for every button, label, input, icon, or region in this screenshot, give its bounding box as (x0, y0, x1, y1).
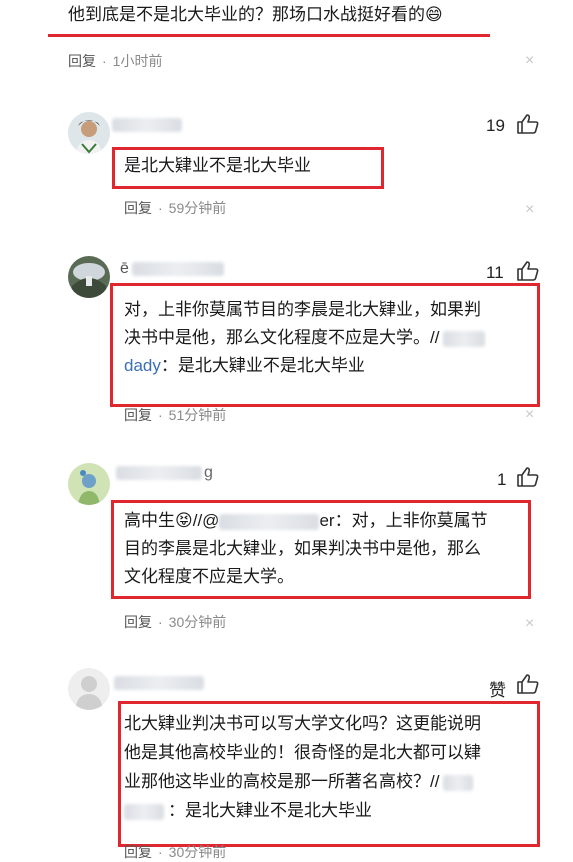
timestamp: 51分钟前 (168, 407, 227, 423)
mention-blurred[interactable] (443, 330, 486, 347)
reply-line: 目的李晨是北大肄业，如果判决书中是他，那么 (124, 539, 481, 558)
separator-dot: · (158, 407, 163, 423)
username-blurred[interactable] (132, 262, 224, 276)
thumbs-up-icon[interactable] (516, 673, 540, 700)
close-icon[interactable]: × (525, 406, 534, 424)
reply-line: 业那他这毕业的高校是那一所著名高校？// (124, 767, 536, 796)
reply-line-text: er：对，上非你莫属节 (319, 511, 488, 530)
top-comment-underline (48, 34, 490, 37)
reply-button[interactable]: 回复 (124, 200, 152, 216)
timestamp: 59分钟前 (168, 200, 227, 216)
close-icon[interactable]: × (525, 52, 534, 70)
close-icon[interactable]: × (525, 615, 534, 633)
mention-blurred[interactable] (124, 803, 164, 820)
wink-emoji-icon: 😝 (175, 511, 193, 530)
thumbs-up-icon[interactable] (516, 113, 540, 140)
person-photo-icon (68, 112, 110, 154)
mention-blurred[interactable] (219, 513, 320, 530)
top-comment-body: 他到底是不是北大毕业的？那场口水战挺好看的 (68, 5, 425, 24)
reply-line: 决书中是他，那么文化程度不应是大学。// (124, 324, 544, 352)
reply-line: 北大肄业判决书可以写大学文化吗？这更能说明 (124, 714, 481, 733)
reply-button[interactable]: 回复 (124, 407, 152, 423)
reply-text: 是北大肄业不是北大毕业 (124, 156, 311, 175)
reply-line-text: 高中生 (124, 511, 175, 530)
separator-dot: · (158, 200, 163, 216)
reply-text: 高中生😝//@ er：对，上非你莫属节 目的李晨是北大肄业，如果判决书中是他，那么… (124, 507, 534, 591)
separator-dot: · (102, 53, 107, 69)
mention-blurred[interactable] (443, 774, 474, 791)
username-fragment[interactable]: g (204, 464, 213, 482)
username-blurred[interactable] (116, 466, 202, 480)
reply-meta: 回复 · 30分钟前 (124, 612, 226, 632)
avatar[interactable] (68, 256, 110, 298)
like-label: 赞 (489, 681, 506, 700)
reply-meta: 回复 · 51分钟前 (124, 405, 226, 425)
landscape-photo-icon (68, 256, 110, 298)
mention-link[interactable]: dady (124, 356, 161, 375)
reply-text: 对，上非你莫属节目的李晨是北大肄业，如果判 决书中是他，那么文化程度不应是大学。… (124, 296, 544, 380)
reply-line-text: ：是北大肄业不是北大毕业 (168, 801, 372, 820)
reply-line-text: 业那他这毕业的高校是那一所著名高校？// (124, 772, 440, 791)
reply-line: 他是其他高校毕业的！很奇怪的是北大都可以肄 (124, 743, 481, 762)
reply-button[interactable]: 回复 (124, 614, 152, 630)
username-blurred[interactable] (112, 118, 182, 132)
reply-line-text: 决书中是他，那么文化程度不应是大学。// (124, 328, 440, 347)
reply-meta: 回复 · 59分钟前 (124, 198, 226, 218)
like-count: 19 (486, 116, 505, 135)
reply-text: 北大肄业判决书可以写大学文化吗？这更能说明 他是其他高校毕业的！很奇怪的是北大都… (124, 709, 536, 825)
timestamp: 30分钟前 (168, 614, 227, 630)
top-comment-meta: 回复 · 1小时前 (68, 51, 162, 71)
username-blurred[interactable] (114, 676, 204, 690)
top-comment-text: 他到底是不是北大毕业的？那场口水战挺好看的😄 (68, 2, 443, 28)
thumbs-up-icon[interactable] (516, 466, 540, 493)
grin-emoji-icon: 😄 (425, 5, 443, 24)
like-count: 1 (497, 470, 507, 489)
timestamp: 1小时前 (112, 53, 163, 69)
default-avatar-icon (68, 668, 110, 710)
close-icon[interactable]: × (525, 201, 534, 219)
like-count: 11 (486, 263, 504, 282)
reply-meta: 回复 · 30分钟前 (124, 842, 226, 862)
avatar[interactable] (68, 668, 110, 710)
reply-line: dady：是北大肄业不是北大毕业 (124, 352, 544, 380)
username-fragment[interactable]: ē (120, 260, 129, 278)
avatar[interactable] (68, 463, 110, 505)
reply-line: 文化程度不应是大学。 (124, 567, 294, 586)
cartoon-avatar-icon (68, 463, 110, 505)
reply-line: 高中生😝//@ er：对，上非你莫属节 (124, 507, 534, 535)
reply-line: ：是北大肄业不是北大毕业 (124, 796, 536, 825)
separator-dot: · (158, 614, 163, 630)
reply-button[interactable]: 回复 (68, 53, 96, 69)
avatar[interactable] (68, 112, 110, 154)
mention-prefix: //@ (192, 511, 220, 530)
reply-line: 对，上非你莫属节目的李晨是北大肄业，如果判 (124, 300, 481, 319)
reply-line-text: ：是北大肄业不是北大毕业 (160, 356, 365, 375)
